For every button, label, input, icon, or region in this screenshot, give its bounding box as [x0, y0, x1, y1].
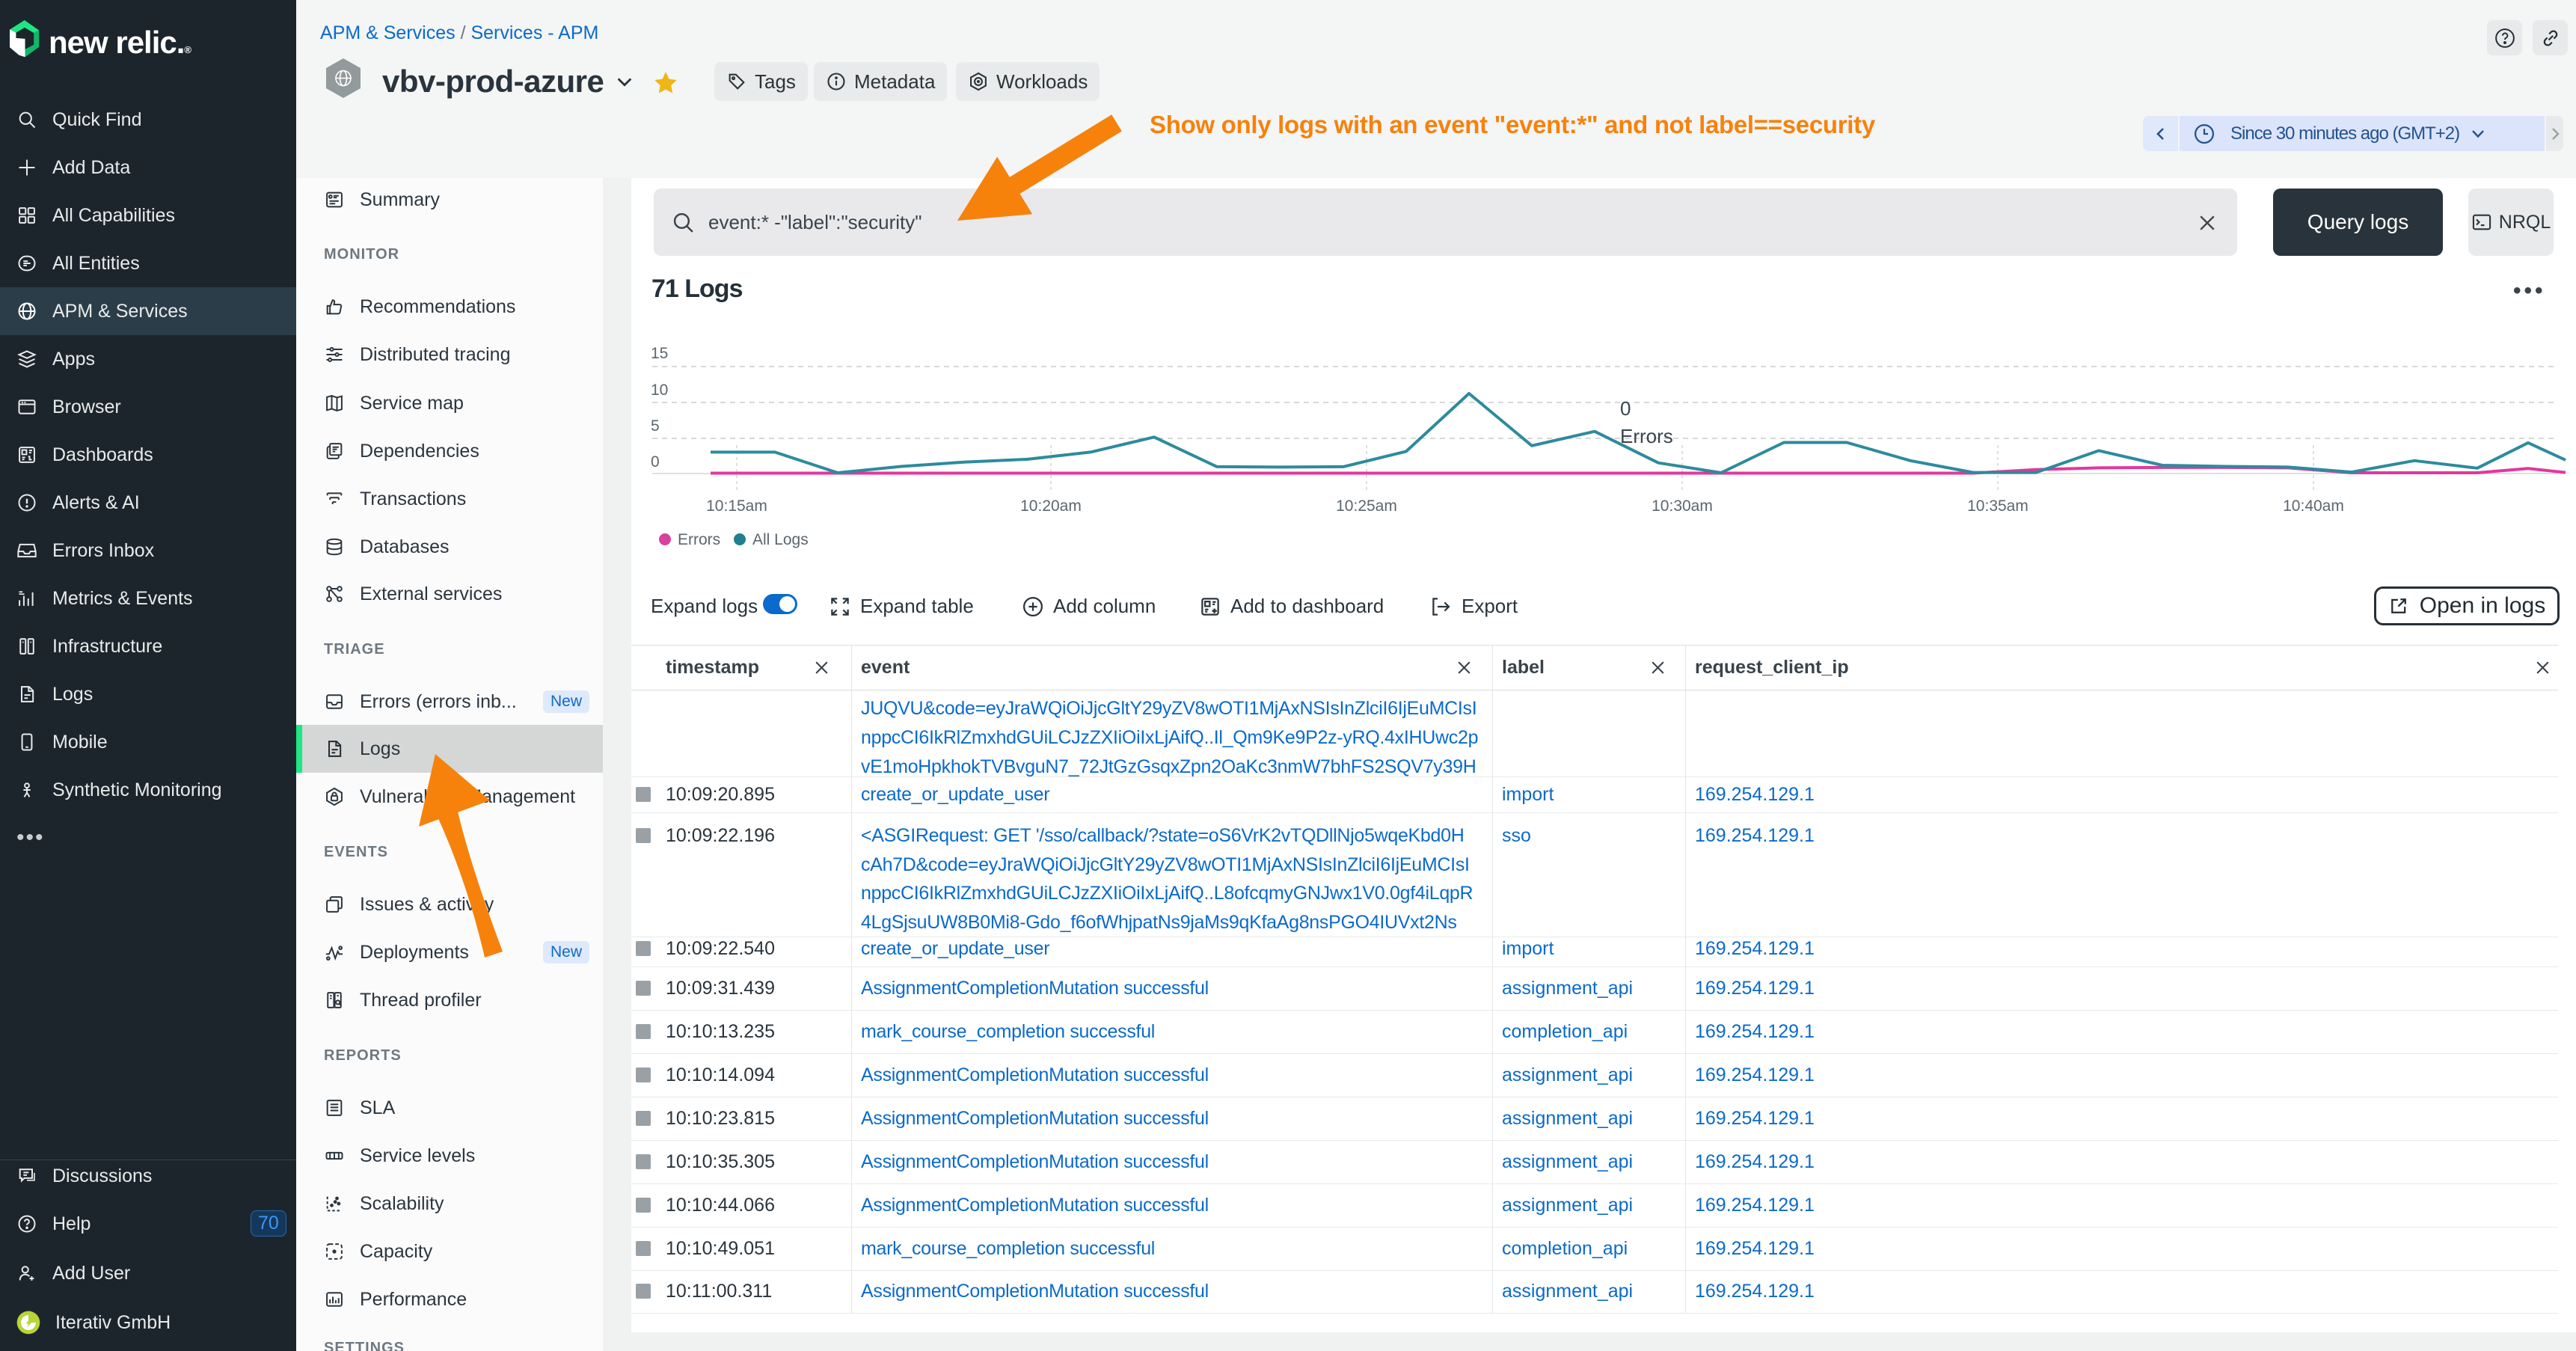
svg-text:10:15am: 10:15am	[706, 497, 767, 515]
svg-text:10:20am: 10:20am	[1020, 497, 1082, 515]
svg-text:Errors: Errors	[678, 531, 720, 548]
svg-text:0: 0	[1620, 397, 1631, 420]
svg-text:0: 0	[651, 453, 660, 471]
svg-text:15: 15	[651, 345, 668, 362]
svg-text:10:30am: 10:30am	[1652, 497, 1713, 515]
svg-text:All Logs: All Logs	[752, 531, 809, 548]
svg-text:10:40am: 10:40am	[2283, 497, 2344, 515]
svg-text:Errors: Errors	[1620, 425, 1673, 447]
svg-text:10: 10	[651, 382, 668, 399]
svg-text:5: 5	[651, 417, 660, 435]
svg-text:10:25am: 10:25am	[1336, 497, 1397, 515]
svg-text:10:35am: 10:35am	[1967, 497, 2028, 515]
